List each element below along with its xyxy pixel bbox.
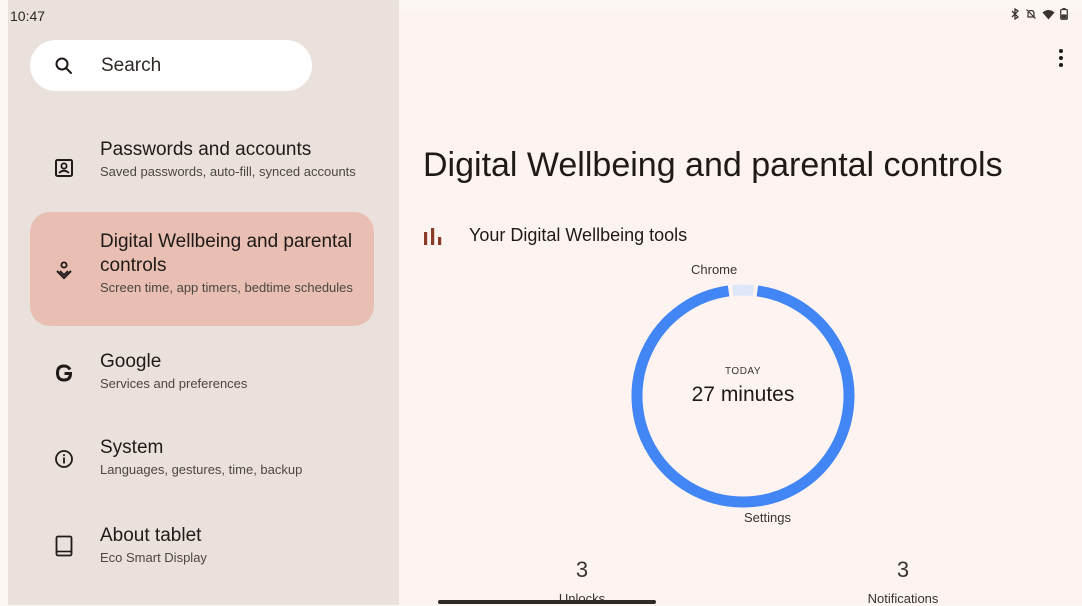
more-vert-icon: [1059, 49, 1063, 53]
sidebar-item-title: Passwords and accounts: [100, 138, 358, 162]
wifi-icon: [1042, 9, 1055, 23]
search-label: Search: [101, 55, 161, 77]
unlocks-stat[interactable]: 3 Unlocks: [522, 557, 642, 606]
sidebar-item-passwords-accounts[interactable]: Passwords and accounts Saved passwords, …: [30, 132, 374, 202]
wellbeing-tools-label: Your Digital Wellbeing tools: [469, 225, 687, 246]
stat-value: 3: [522, 557, 642, 583]
sidebar-item-subtitle: Languages, gestures, time, backup: [100, 462, 358, 478]
tablet-icon: [52, 534, 76, 558]
sidebar-item-subtitle: Services and preferences: [100, 376, 358, 392]
account-box-icon: [52, 156, 76, 180]
google-g-icon: [52, 361, 76, 385]
more-options-button[interactable]: [1054, 46, 1068, 70]
more-vert-icon-dot: [1059, 56, 1063, 60]
sidebar-item-subtitle: Screen time, app timers, bedtime schedul…: [100, 280, 358, 296]
sidebar-item-system[interactable]: System Languages, gestures, time, backup: [30, 430, 374, 490]
today-total: 27 minutes: [620, 383, 866, 407]
stat-value: 3: [843, 557, 963, 583]
sidebar-item-title: About tablet: [100, 524, 358, 548]
notifications-off-icon: [1025, 8, 1037, 23]
info-icon: [52, 447, 76, 471]
bluetooth-icon: [1010, 8, 1020, 23]
sidebar-item-title: Google: [100, 350, 358, 374]
notifications-stat[interactable]: 3 Notifications: [843, 557, 963, 606]
chart-category-label: Settings: [744, 510, 791, 525]
more-vert-icon-dot: [1059, 63, 1063, 67]
search-icon: [54, 56, 74, 76]
chart-category-label: Chrome: [691, 262, 737, 277]
sidebar-item-digital-wellbeing[interactable]: Digital Wellbeing and parental controls …: [30, 212, 374, 326]
today-caption: TODAY: [620, 366, 866, 377]
sidebar-item-google[interactable]: Google Services and preferences: [30, 344, 374, 404]
sidebar-item-subtitle: Eco Smart Display: [100, 550, 358, 566]
stat-label: Notifications: [843, 591, 963, 606]
sidebar-item-title: Digital Wellbeing and parental controls: [100, 230, 358, 278]
page-title: Digital Wellbeing and parental controls: [423, 146, 1003, 185]
sidebar-item-title: System: [100, 436, 358, 460]
screen-time-chart[interactable]: Chrome Settings TODAY 27 minutes: [620, 262, 870, 532]
wellbeing-tools-link[interactable]: Your Digital Wellbeing tools: [423, 225, 687, 246]
gesture-nav-handle[interactable]: [438, 600, 656, 604]
search-bar[interactable]: Search: [30, 40, 312, 91]
battery-icon: [1060, 8, 1068, 23]
bar-chart-icon: [423, 227, 443, 245]
status-icons: [1010, 8, 1068, 23]
wellbeing-icon: [52, 259, 76, 283]
sidebar-item-about-tablet[interactable]: About tablet Eco Smart Display: [30, 518, 374, 578]
status-time: 10:47: [10, 8, 45, 24]
sidebar-item-subtitle: Saved passwords, auto-fill, synced accou…: [100, 164, 358, 180]
